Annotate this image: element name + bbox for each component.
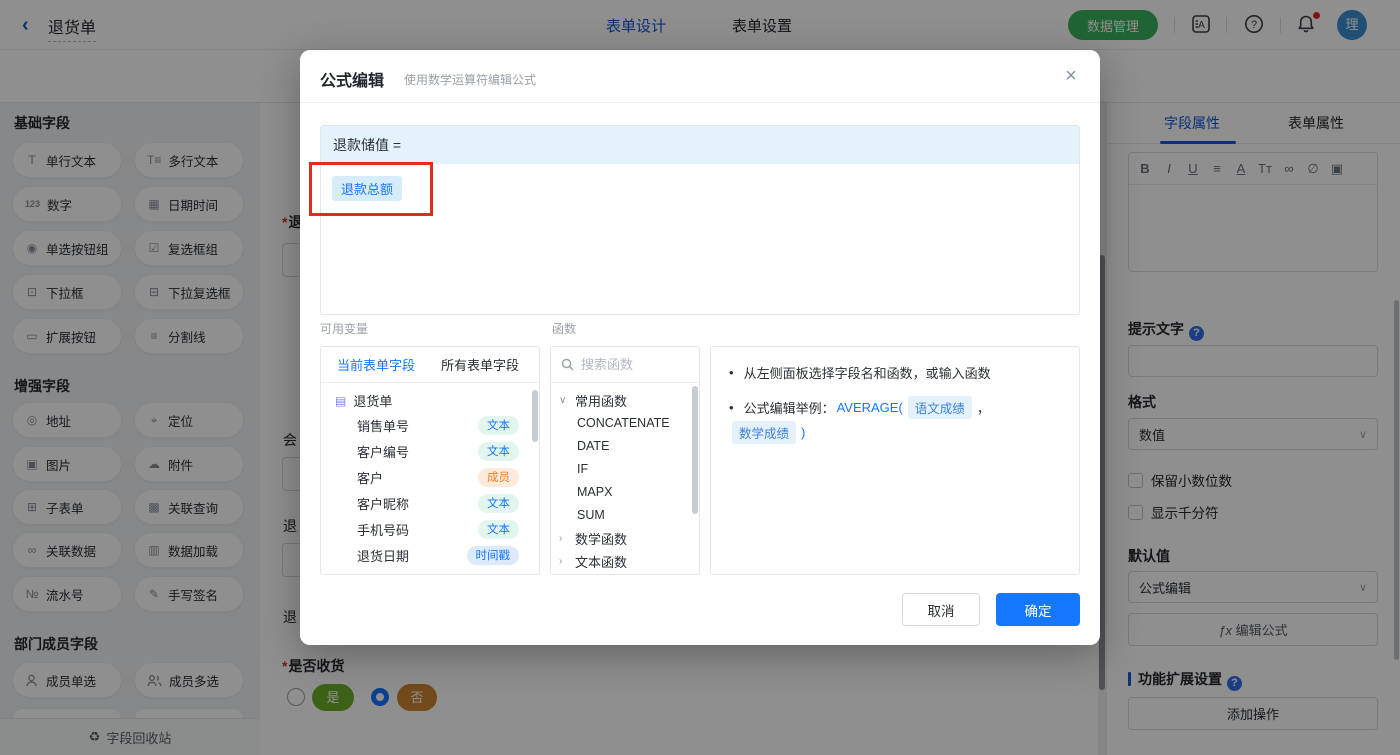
chevron-right-icon: › [559, 556, 563, 567]
functions-scrollbar-thumb[interactable] [692, 386, 698, 514]
modal-subtitle: 使用数学运算符编辑公式 [404, 73, 537, 87]
chevron-down-icon: ∨ [559, 395, 567, 406]
tree-root-form[interactable]: ▤ 退货单 [321, 383, 539, 412]
function-item[interactable]: MAPX [551, 481, 699, 504]
functions-label: 函数 [552, 322, 577, 336]
example-field-tag: 语文成绩 [907, 396, 972, 419]
function-search[interactable] [551, 347, 699, 383]
example-close-paren: ) [801, 425, 806, 440]
tab-current-form-fields[interactable]: 当前表单字段 [337, 355, 415, 374]
variables-label: 可用变量 [320, 322, 369, 336]
divider [300, 102, 1100, 103]
variable-row[interactable]: 客户编号 文本 [321, 438, 539, 464]
type-badge: 成员 [478, 467, 519, 487]
type-badge: 时间戳 [466, 545, 519, 565]
bullet: • [729, 400, 734, 415]
variable-row[interactable]: 手机号码 文本 [321, 516, 539, 542]
variable-row[interactable]: 销售单号 文本 [321, 412, 539, 438]
functions-panel: ∨常用函数 CONCATENATE DATE IF MAPX SUM ›数学函数… [550, 346, 700, 575]
type-badge: 文本 [478, 493, 519, 513]
search-icon [561, 358, 574, 371]
variables-scrollbar-thumb[interactable] [532, 390, 538, 442]
formula-target: 退款储值 = [321, 126, 1079, 164]
variable-row[interactable]: 客户昵称 文本 [321, 490, 539, 516]
confirm-button[interactable]: 确定 [996, 593, 1080, 626]
type-badge: 文本 [478, 415, 519, 435]
example-field-tag: 数学成绩 [732, 421, 797, 444]
chevron-right-icon: › [559, 533, 563, 544]
variables-panel: 当前表单字段 所有表单字段 ▤ 退货单 销售单号 文本 客户编号 文本 客户 成员 客… [320, 346, 540, 575]
tab-all-form-fields[interactable]: 所有表单字段 [441, 355, 519, 374]
group-text-functions[interactable]: › 文本函数 [551, 550, 699, 573]
group-common-functions[interactable]: ∨ 常用函数 [551, 389, 699, 412]
function-search-input[interactable] [581, 357, 681, 372]
variable-row[interactable]: 客户 成员 [321, 464, 539, 490]
formula-field-tag[interactable]: 退款总额 [332, 176, 403, 201]
type-badge: 文本 [478, 519, 519, 539]
example-function: AVERAGE( [836, 400, 903, 415]
function-item[interactable]: SUM [551, 504, 699, 527]
close-icon[interactable]: × [1058, 63, 1084, 89]
form-doc-icon: ▤ [335, 393, 347, 408]
group-math-functions[interactable]: › 数学函数 [551, 527, 699, 550]
function-item[interactable]: IF [551, 458, 699, 481]
tips-panel: • 从左侧面板选择字段名和函数，或输入函数 • 公式编辑举例： AVERAGE( … [710, 346, 1080, 575]
bullet: • [729, 365, 734, 380]
cancel-button[interactable]: 取消 [902, 593, 980, 626]
function-item[interactable]: DATE [551, 435, 699, 458]
variable-row[interactable]: 退货日期 时间戳 [321, 542, 539, 568]
type-badge: 文本 [478, 441, 519, 461]
modal-title: 公式编辑 [320, 73, 385, 90]
formula-editor-area[interactable]: 退款储值 = [320, 125, 1080, 315]
function-item[interactable]: CONCATENATE [551, 412, 699, 435]
formula-edit-modal: 公式编辑 使用数学运算符编辑公式 × 退款储值 = 退款总额 可用变量 函数 当… [300, 50, 1100, 645]
